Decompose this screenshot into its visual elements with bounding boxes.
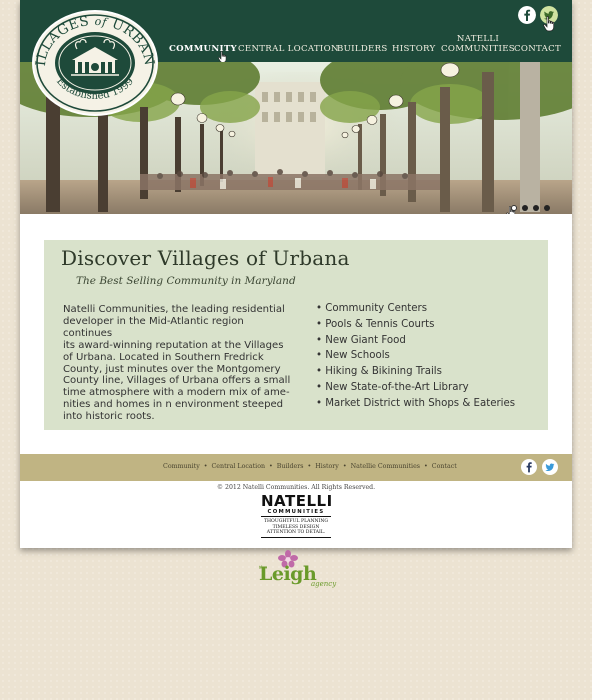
list-item: • New Schools xyxy=(316,350,390,362)
footer-separator: • xyxy=(269,463,273,470)
footer-separator: • xyxy=(307,463,312,470)
footer-link-history[interactable]: History xyxy=(315,463,339,470)
body-line: developer in the Mid-Atlantic region con… xyxy=(63,315,244,339)
feature-title: Discover Villages of Urbana xyxy=(61,246,350,270)
natelli-brand: NATELLI xyxy=(261,492,333,510)
footer-link-contact[interactable]: Contact xyxy=(432,463,457,470)
facebook-icon[interactable] xyxy=(518,6,536,24)
twitter-icon[interactable] xyxy=(542,459,558,475)
bullet-icon: • xyxy=(316,397,326,409)
nav-central-location[interactable]: CENTRAL LOCATION xyxy=(238,44,339,54)
body-line: time atmosphere with a modern mix of ame… xyxy=(63,387,290,399)
footer-link-builders[interactable]: Builders xyxy=(277,463,304,470)
amenities-list: • Community Centers • Pools & Tennis Cou… xyxy=(316,301,515,412)
nav-natelli-communities[interactable]: NATELLI COMMUNITIES xyxy=(441,34,515,54)
feature-body-text: Natelli Communities, the leading residen… xyxy=(63,304,295,423)
feature-subtitle: The Best Selling Community in Maryland xyxy=(76,275,296,287)
villages-of-urbana-logo[interactable]: VILLAGES of URBANA Established 1999 xyxy=(31,9,159,117)
bullet-icon: • xyxy=(316,334,326,346)
site-container: COMMUNITY CENTRAL LOCATION BUILDERS HIST… xyxy=(20,0,572,548)
nav-natelli-line1: NATELLI xyxy=(456,34,500,44)
leigh-agency-logo[interactable]: the Leigh agency xyxy=(256,550,340,592)
list-item: • Market District with Shops & Eateries xyxy=(316,397,516,409)
slider-dot-1[interactable] xyxy=(511,205,517,211)
slider-dot-3[interactable] xyxy=(533,205,539,211)
bullet-icon: • xyxy=(316,318,326,330)
slider-dots xyxy=(511,205,550,211)
leigh-name: Leigh xyxy=(259,563,317,585)
facebook-icon[interactable] xyxy=(521,459,537,475)
copyright-text: © 2012 Natelli Communities. All Rights R… xyxy=(216,484,376,491)
list-item: • Pools & Tennis Courts xyxy=(316,318,435,330)
footer-link-community[interactable]: Community xyxy=(163,463,200,470)
body-line: into historic roots. xyxy=(63,411,155,423)
natelli-logo[interactable]: NATELLI COMMUNITIES THOUGHTFUL PLANNING … xyxy=(261,492,333,538)
bullet-icon: • xyxy=(316,350,326,362)
footer-separator: • xyxy=(424,463,428,470)
slider-dot-2[interactable] xyxy=(522,205,528,211)
bullet-icon: • xyxy=(316,366,326,378)
nav-builders[interactable]: BUILDERS xyxy=(337,44,388,54)
bullet-icon: • xyxy=(316,303,326,314)
footer-link-natellie-communities[interactable]: Natellie Communities xyxy=(351,463,420,470)
nav-natelli-line2: COMMUNITIES xyxy=(441,44,515,54)
body-line: Natelli Communities, the leading residen… xyxy=(63,304,285,315)
leigh-agency: agency xyxy=(311,580,337,588)
body-line: of Urbana. Located in Southern Fredrick xyxy=(63,351,264,363)
natelli-brand-sub: COMMUNITIES xyxy=(261,509,331,517)
nav-contact[interactable]: CONTACT xyxy=(514,44,561,54)
list-item: • New Giant Food xyxy=(316,334,406,346)
body-line: County line, Villages of Urbana offers a… xyxy=(63,375,291,387)
footer-separator: • xyxy=(203,463,208,470)
footer-separator: • xyxy=(342,463,347,470)
list-item: • New State-of-the-Art Library xyxy=(316,381,469,393)
list-item: • Hiking & Bikining Trails xyxy=(316,366,442,378)
slider-dot-4[interactable] xyxy=(544,205,550,211)
footer-nav-bar: Community • Central Location • Builders • Hist… xyxy=(20,454,572,481)
list-item: • Community Centers xyxy=(316,303,428,314)
body-line: County, just minutes over the Montgomery xyxy=(63,363,281,375)
bullet-icon: • xyxy=(316,381,326,393)
hand-cursor-icon xyxy=(543,16,555,32)
feature-panel: Discover Villages of Urbana The Best Sel… xyxy=(44,240,548,430)
natelli-tagline: THOUGHTFUL PLANNING TIMELESS DESIGN ATTE… xyxy=(261,519,331,538)
body-line: its award-winning reputation at the Vill… xyxy=(63,339,284,351)
footer-link-central-location[interactable]: Central Location xyxy=(211,463,265,470)
nav-history[interactable]: HISTORY xyxy=(392,44,436,54)
body-line: nities and homes in n environment steepe… xyxy=(63,399,284,411)
footer-links: Community • Central Location • Builders • Hist… xyxy=(163,463,457,470)
